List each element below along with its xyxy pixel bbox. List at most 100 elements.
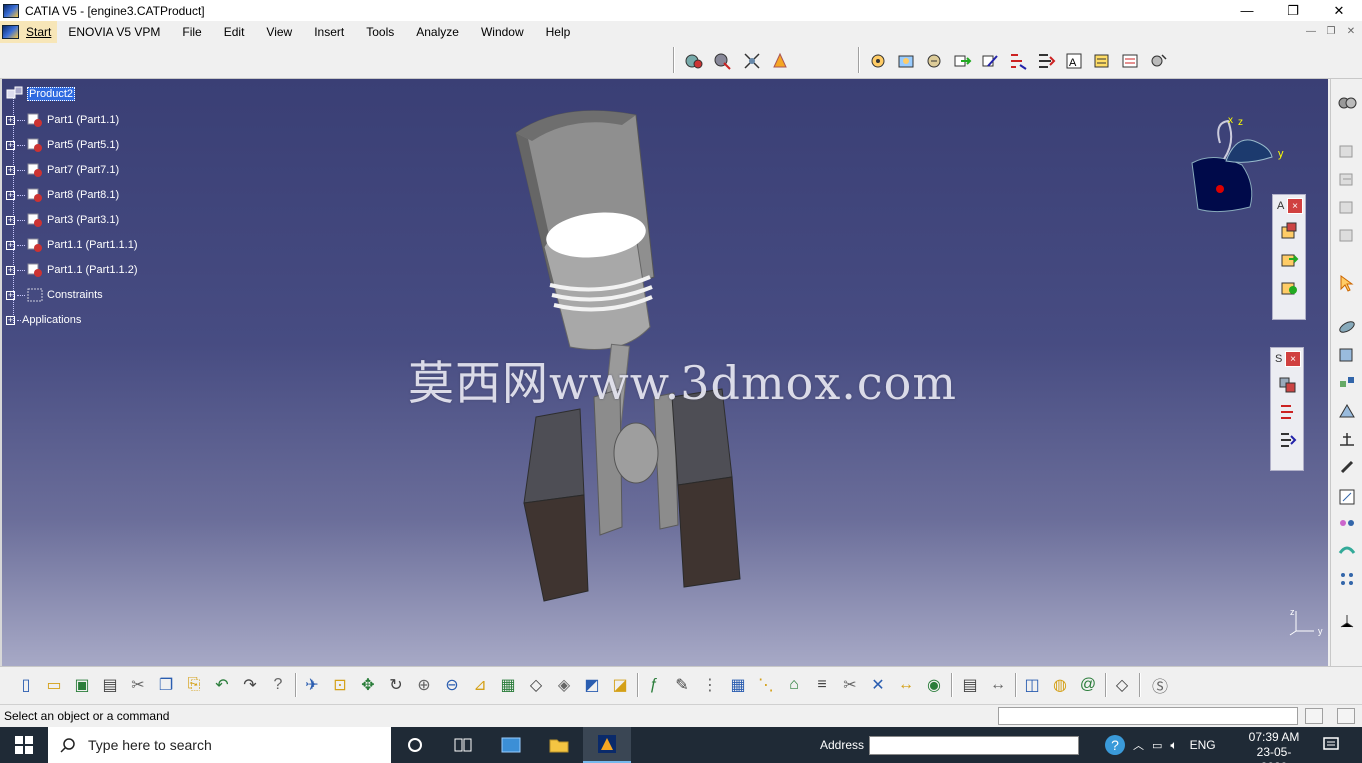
close-toolbar-button[interactable]: × [1287, 198, 1303, 214]
component-icon[interactable] [1335, 223, 1359, 247]
measure-between-icon[interactable]: ↔ [986, 673, 1010, 697]
sectioning-icon[interactable]: ✂ [838, 673, 862, 697]
expand-icon[interactable]: + [6, 115, 15, 125]
distance-icon[interactable]: ↔ [894, 673, 918, 697]
explode-icon[interactable] [950, 49, 974, 73]
coincidence-constraint-icon[interactable] [1335, 315, 1359, 339]
tree-expand-icon[interactable]: ⋱ [754, 673, 778, 697]
floating-toolbar-2[interactable]: S × [1270, 347, 1304, 471]
catia-logo-icon[interactable] [768, 49, 792, 73]
tool-settings-icon[interactable] [1146, 49, 1170, 73]
tree-node-part8[interactable]: + Part8 (Part8.1) [6, 186, 119, 204]
measure-icon[interactable]: ⋮ [698, 673, 722, 697]
expand-icon[interactable]: + [6, 315, 15, 325]
tree-root-node[interactable]: Product2 [6, 85, 76, 103]
zoom-out-icon[interactable]: ⊖ [440, 673, 464, 697]
minimize-button[interactable]: — [1224, 0, 1270, 21]
multi-instantiate-icon[interactable]: A [1062, 49, 1086, 73]
doc-minimize-button[interactable]: — [1304, 24, 1318, 38]
menu-file[interactable]: File [171, 25, 212, 39]
flexible-rigid-icon[interactable] [1335, 511, 1359, 535]
floating-toolbar-1[interactable]: A × [1272, 194, 1306, 320]
catalog-icon[interactable]: ▤ [958, 673, 982, 697]
tree-node-constraints[interactable]: + Constraints [6, 286, 103, 304]
tree-node-applications[interactable]: + Applications [6, 311, 81, 329]
catia-brand-icon[interactable]: Ⓢ [1148, 673, 1172, 697]
expand-icon[interactable]: + [6, 215, 15, 225]
table-icon[interactable]: ▦ [726, 673, 750, 697]
isometric-view-icon[interactable]: ◇ [524, 673, 548, 697]
fix-together-icon[interactable] [1335, 455, 1359, 479]
tree-node-part3[interactable]: + Part3 (Part3.1) [6, 211, 119, 229]
multi-view-icon[interactable]: ▦ [496, 673, 520, 697]
offset-constraint-icon[interactable] [1335, 371, 1359, 395]
scene-icon[interactable] [1118, 49, 1142, 73]
expand-icon[interactable]: + [6, 190, 15, 200]
swap-visible-space-icon[interactable]: ◪ [608, 673, 632, 697]
cut-icon[interactable]: ✂ [126, 673, 150, 697]
windows-start-button[interactable] [0, 727, 48, 763]
notification-center-button[interactable] [1322, 735, 1340, 756]
paste-icon[interactable]: ⎘ [182, 673, 206, 697]
manipulation-icon[interactable] [866, 49, 890, 73]
menu-edit[interactable]: Edit [213, 25, 256, 39]
menu-enovia[interactable]: ENOVIA V5 VPM [57, 25, 171, 39]
close-toolbar-button[interactable]: × [1285, 351, 1301, 367]
generate-numbering-icon[interactable] [1271, 426, 1303, 454]
task-view-button[interactable] [439, 727, 487, 763]
help-icon[interactable]: ? [1105, 735, 1125, 755]
new-icon[interactable]: ▯ [14, 673, 38, 697]
cortana-button[interactable] [391, 727, 439, 763]
quick-constraint-icon[interactable] [1335, 485, 1359, 509]
tree-node-part5[interactable]: + Part5 (Part5.1) [6, 136, 119, 154]
assembly-design-icon[interactable] [682, 49, 706, 73]
save-icon[interactable]: ▣ [70, 673, 94, 697]
select-icon[interactable] [1335, 271, 1359, 295]
expand-icon[interactable]: + [6, 140, 15, 150]
tree-node-part1-1-2[interactable]: + Part1.1 (Part1.1.2) [6, 261, 138, 279]
open-icon[interactable]: ▭ [42, 673, 66, 697]
replace-component-icon[interactable] [1271, 370, 1303, 398]
expand-icon[interactable]: + [6, 165, 15, 175]
tree-node-part1[interactable]: + Part1 (Part1.1) [6, 111, 119, 129]
fit-all-in-icon[interactable]: ⊡ [328, 673, 352, 697]
reorder-icon[interactable] [1006, 49, 1030, 73]
taskbar-search-box[interactable]: Type here to search [48, 727, 391, 763]
menu-analyze[interactable]: Analyze [405, 25, 470, 39]
expand-icon[interactable]: + [6, 265, 15, 275]
assembly-workbench-icon[interactable] [1335, 91, 1359, 115]
taskbar-app-file-explorer[interactable] [535, 727, 583, 763]
reuse-pattern-icon[interactable] [1335, 567, 1359, 591]
lock-icon[interactable]: ⌂ [782, 673, 806, 697]
whats-this-icon[interactable]: ? [266, 673, 290, 697]
undo-icon[interactable]: ↶ [210, 673, 234, 697]
tree-node-part1-1-1[interactable]: + Part1.1 (Part1.1.1) [6, 236, 138, 254]
publication-icon[interactable]: ≡ [810, 673, 834, 697]
insert-new-part-icon[interactable] [1273, 273, 1305, 301]
fix-component-icon[interactable] [1335, 427, 1359, 451]
copy-icon[interactable]: ❐ [154, 673, 178, 697]
hide-show-icon[interactable]: ◩ [580, 673, 604, 697]
menu-start[interactable]: Start [0, 21, 58, 43]
menu-view[interactable]: View [255, 25, 303, 39]
zoom-in-icon[interactable]: ⊕ [412, 673, 436, 697]
menu-insert[interactable]: Insert [303, 25, 355, 39]
expand-icon[interactable]: + [6, 240, 15, 250]
apply-material-icon[interactable]: ◇ [1110, 673, 1134, 697]
existing-with-positioning-icon[interactable] [1335, 167, 1359, 191]
normal-view-icon[interactable]: ⊿ [468, 673, 492, 697]
shading-icon[interactable]: ◈ [552, 673, 576, 697]
command-input[interactable] [998, 707, 1298, 725]
existing-component-icon[interactable] [1335, 139, 1359, 163]
replace-icon[interactable] [1335, 195, 1359, 219]
stop-manipulate-icon[interactable] [978, 49, 1002, 73]
fly-mode-icon[interactable]: ✈ [300, 673, 324, 697]
maximize-button[interactable]: ❐ [1270, 0, 1316, 21]
doc-close-button[interactable]: ✕ [1344, 24, 1358, 38]
tree-node-part7[interactable]: + Part7 (Part7.1) [6, 161, 119, 179]
taskbar-app-catia[interactable] [583, 727, 631, 763]
comment-icon[interactable]: ✎ [670, 673, 694, 697]
axis-system-icon[interactable] [1335, 609, 1359, 633]
redo-icon[interactable]: ↷ [238, 673, 262, 697]
bill-of-material-icon[interactable] [1090, 49, 1114, 73]
